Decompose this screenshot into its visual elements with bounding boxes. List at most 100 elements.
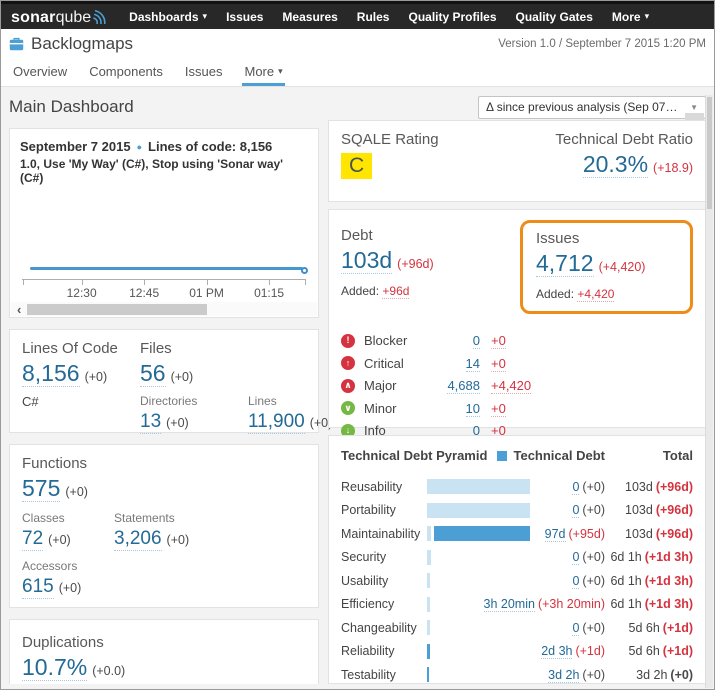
nav-item-more[interactable]: More▾ (612, 10, 649, 24)
severity-count-link[interactable]: 14 (466, 356, 480, 372)
characteristic-debt-link[interactable]: 0 (572, 480, 579, 495)
tab-components[interactable]: Components (87, 64, 165, 86)
characteristic-total-value: 6d 1h (610, 574, 641, 588)
vertical-scrollbar[interactable] (705, 95, 713, 688)
severity-count-link[interactable]: 0 (473, 333, 480, 349)
characteristic-debt-link[interactable]: 3d 2h (548, 668, 579, 683)
severity-delta-link[interactable]: +4,420 (491, 378, 531, 394)
nav-item-dashboards[interactable]: Dashboards▾ (129, 10, 207, 24)
classes-link[interactable]: 72 (22, 528, 43, 551)
debt-bar-segment (427, 667, 429, 682)
horizontal-scrollbar-thumb[interactable] (27, 304, 207, 315)
characteristic-debt-delta: (+95d) (569, 527, 605, 541)
lines-of-code-link[interactable]: 8,156 (22, 360, 80, 387)
characteristic-total-cell: 103d(+96d) (605, 480, 693, 494)
pyramid-row-reliability: Reliability2d 3h(+1d)5d 6h(+1d) (341, 640, 693, 664)
accessors-link[interactable]: 615 (22, 576, 54, 599)
sqale-rating-label: SQALE Rating (341, 131, 439, 148)
severity-count-cell: 0 (434, 333, 480, 348)
files-metric: Files 56 (+0) (140, 340, 248, 387)
severity-label: Major (364, 378, 434, 393)
left-column: September 7 2015 ● Lines of code: 8,156 … (9, 128, 319, 684)
scroll-left-icon[interactable]: ‹ (17, 303, 21, 316)
blocker-severity-icon: ! (341, 334, 355, 348)
characteristic-total-value: 5d 6h (629, 644, 660, 658)
nav-item-label: Issues (226, 10, 263, 24)
pyramid-row-maintainability: Maintainability97d(+95d)103d(+96d) (341, 522, 693, 546)
directories-link[interactable]: 13 (140, 411, 161, 434)
characteristic-debt-cell: 0(+0) (572, 621, 605, 635)
statements-metric: Statements 3,206 (+0) (114, 511, 306, 551)
nav-item-issues[interactable]: Issues (226, 10, 263, 24)
pyramid-legend: Technical Debt (497, 448, 605, 463)
timeline-horizontal-scrollbar[interactable]: ‹ (11, 302, 317, 316)
characteristic-total-cell: 3d 2h(+0) (605, 668, 693, 682)
severity-count-link[interactable]: 4,688 (447, 378, 480, 394)
tab-issues[interactable]: Issues (183, 64, 225, 86)
debt-issues-top: Debt 103d (+96d) Added: +96d Issues (341, 220, 693, 314)
severity-delta-link[interactable]: +0 (491, 333, 506, 349)
characteristic-debt-link[interactable]: 0 (572, 574, 579, 589)
chevron-down-icon: ▾ (278, 66, 283, 77)
timeline-axis: 12:3012:4501 PM01:15 (22, 279, 306, 303)
characteristic-total-delta: (+1d) (663, 621, 693, 635)
axis-tick-label: 01 PM (189, 286, 224, 300)
characteristic-debt-link[interactable]: 2d 3h (541, 644, 572, 659)
directories-label: Directories (140, 394, 248, 408)
axis-tick (269, 280, 270, 285)
sonarqube-logo[interactable]: sonarqube (11, 6, 107, 27)
characteristic-debt-link[interactable]: 0 (572, 621, 579, 636)
severity-delta-link[interactable]: +0 (491, 401, 506, 417)
issues-added-link[interactable]: +4,420 (577, 287, 614, 302)
top-nav: sonarqube Dashboards▾ Issues Measures Rules… (1, 1, 714, 29)
timeline-series-label: Lines of code: 8,156 (148, 139, 272, 154)
period-filter-select[interactable]: Δ since previous analysis (Sep 07… ▼ (478, 96, 706, 119)
classes-delta: (+0) (48, 533, 71, 547)
sqale-rating-grade[interactable]: C (341, 153, 372, 179)
timeline-chart[interactable] (20, 189, 308, 279)
technical-debt-ratio-delta: (+18.9) (653, 161, 693, 175)
characteristic-total-delta: (+96d) (656, 503, 693, 517)
characteristic-label: Changeability (341, 621, 427, 635)
characteristic-debt-link[interactable]: 97d (545, 527, 566, 542)
functions-link[interactable]: 575 (22, 475, 60, 502)
severity-delta-cell: +0 (491, 333, 506, 348)
duplications-link[interactable]: 10.7% (22, 654, 87, 681)
characteristic-debt-link[interactable]: 0 (572, 550, 579, 565)
vertical-scrollbar-thumb[interactable] (707, 97, 712, 209)
debt-metric: Debt 103d (+96d) Added: +96d (341, 220, 434, 314)
issues-link[interactable]: 4,712 (536, 250, 594, 277)
right-column: SQALE Rating C Technical Debt Ratio 20.3… (328, 120, 706, 684)
timeline-point-marker[interactable] (301, 267, 308, 274)
characteristic-total-cell: 5d 6h(+1d) (605, 644, 693, 658)
severity-delta-link[interactable]: +0 (491, 356, 506, 372)
scrollbar-corner (685, 113, 704, 120)
technical-debt-ratio-link[interactable]: 20.3% (583, 151, 648, 178)
severity-count-link[interactable]: 10 (466, 401, 480, 417)
files-link[interactable]: 56 (140, 360, 166, 387)
nav-item-quality-gates[interactable]: Quality Gates (516, 10, 593, 24)
debt-bar-segment (427, 620, 430, 635)
debt-bar (427, 573, 530, 588)
nav-item-quality-profiles[interactable]: Quality Profiles (408, 10, 496, 24)
characteristic-debt-link[interactable]: 0 (572, 503, 579, 518)
lines-link[interactable]: 11,900 (248, 411, 305, 434)
accessors-label: Accessors (22, 559, 306, 573)
pyramid-row-changeability: Changeability0(+0)5d 6h(+1d) (341, 616, 693, 640)
nav-item-measures[interactable]: Measures (282, 10, 337, 24)
statements-link[interactable]: 3,206 (114, 528, 162, 551)
debt-added-link[interactable]: +96d (382, 284, 409, 299)
severity-delta-cell: +0 (491, 401, 506, 416)
issues-added-line: Added: +4,420 (536, 287, 677, 301)
tab-more[interactable]: More▾ (242, 64, 284, 86)
functions-metric: Functions 575 (+0) (22, 455, 306, 502)
nav-item-rules[interactable]: Rules (357, 10, 390, 24)
version-info: Version 1.0 / September 7 2015 1:20 PM (498, 38, 706, 50)
tab-label: Issues (185, 64, 223, 79)
characteristic-debt-cell: 0(+0) (572, 574, 605, 588)
debt-link[interactable]: 103d (341, 247, 392, 274)
content-head: Main Dashboard Δ since previous analysis… (9, 95, 706, 119)
characteristic-debt-link[interactable]: 3h 20min (484, 597, 535, 612)
severity-row-blocker: !Blocker0+0 (341, 329, 693, 352)
tab-overview[interactable]: Overview (11, 64, 69, 86)
